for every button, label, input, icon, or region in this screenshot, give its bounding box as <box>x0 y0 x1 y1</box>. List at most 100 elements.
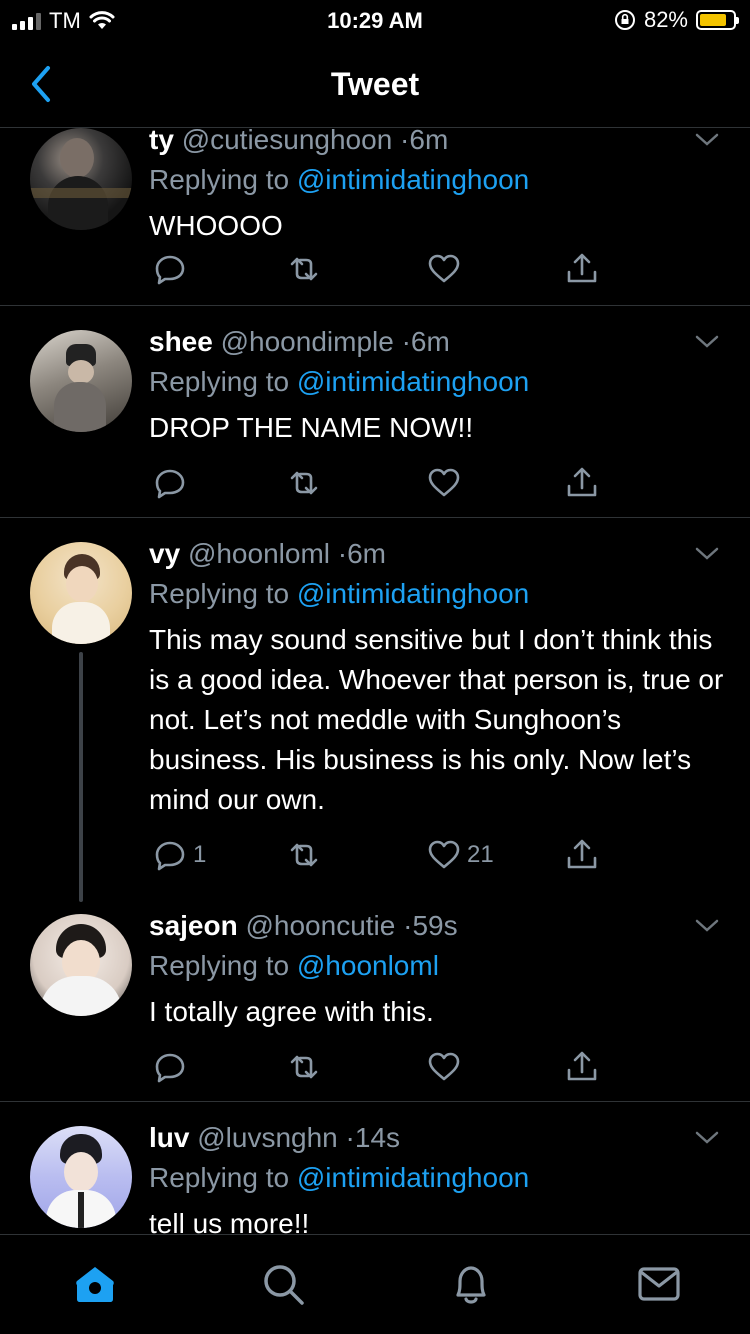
status-bar: TM 10:29 AM 82% <box>0 0 750 40</box>
tweet-actions <box>149 1050 619 1090</box>
separator-dot: · <box>400 128 410 155</box>
like-button[interactable] <box>427 466 461 500</box>
like-count: 21 <box>467 841 494 868</box>
replying-to-label: Replying to <box>149 578 290 609</box>
top-nav: Tweet <box>0 40 750 128</box>
avatar[interactable] <box>30 914 132 1016</box>
user-handle[interactable]: @hoonloml <box>188 538 330 569</box>
notifications-icon[interactable] <box>446 1259 496 1309</box>
tweet-header: sajeon @hooncutie ·59s <box>149 908 730 944</box>
tweet-actions: 1 21 <box>149 838 619 878</box>
replying-to-label: Replying to <box>149 366 290 397</box>
share-button[interactable] <box>565 838 599 872</box>
mention-link[interactable]: @intimidatinghoon <box>297 578 529 609</box>
display-name[interactable]: ty <box>149 128 174 155</box>
replying-to: Replying to @intimidatinghoon <box>149 576 730 612</box>
display-name[interactable]: luv <box>149 1122 189 1153</box>
mention-link[interactable]: @intimidatinghoon <box>297 366 529 397</box>
mention-link[interactable]: @intimidatinghoon <box>297 1162 529 1193</box>
separator-dot: · <box>337 538 348 569</box>
tweet-content: ty @cutiesunghoon ·6m Replying to @intim… <box>149 128 730 246</box>
user-handle[interactable]: @cutiesunghoon <box>182 128 393 155</box>
tweet[interactable]: vy @hoonloml ·6m Replying to @intimidati… <box>0 518 750 902</box>
tweet-time: 6m <box>410 326 450 357</box>
replying-to-label: Replying to <box>149 950 290 981</box>
tweet-actions <box>149 252 619 292</box>
replying-to: Replying to @intimidatinghoon <box>149 162 730 198</box>
heart-icon <box>428 1052 460 1081</box>
tweet[interactable]: luv @luvsnghn ·14s Replying to @intimida… <box>0 1102 750 1234</box>
reply-icon <box>155 841 185 871</box>
page-title: Tweet <box>330 66 420 102</box>
tweet-text: tell us more!! <box>149 1208 310 1234</box>
like-button[interactable]: 21 <box>427 838 494 872</box>
user-handle[interactable]: @hoondimple <box>221 326 394 357</box>
tweet[interactable]: sajeon @hooncutie ·59s Replying to @hoon… <box>0 890 750 1102</box>
share-button[interactable] <box>565 252 599 286</box>
user-handle[interactable]: @hooncutie <box>245 910 395 941</box>
reply-icon <box>155 1053 185 1083</box>
tweet-text: DROP THE NAME NOW!! <box>149 412 474 443</box>
user-handle[interactable]: @luvsnghn <box>197 1122 338 1153</box>
avatar[interactable] <box>30 330 132 432</box>
tweet-header: ty @cutiesunghoon ·6m <box>149 128 730 158</box>
mention-link[interactable]: @intimidatinghoon <box>297 164 529 195</box>
like-button[interactable] <box>427 252 461 286</box>
share-icon <box>567 1051 597 1081</box>
battery-percent: 82% <box>643 7 688 32</box>
messages-icon[interactable] <box>634 1259 684 1309</box>
retweet-icon <box>290 843 318 867</box>
tweet-text: WHOOOO <box>149 210 283 241</box>
avatar[interactable] <box>30 128 132 230</box>
retweet-button[interactable] <box>287 252 321 286</box>
mention-link[interactable]: @hoonloml <box>297 950 439 981</box>
tweet[interactable]: ty @cutiesunghoon ·6m Replying to @intim… <box>0 128 750 306</box>
reply-button[interactable] <box>153 252 187 286</box>
thread-connector <box>79 652 83 902</box>
tweet-header: luv @luvsnghn ·14s <box>149 1120 730 1156</box>
separator-dot: · <box>345 1122 355 1153</box>
replying-to-label: Replying to <box>149 1162 290 1193</box>
status-bar-right: 82% <box>614 7 739 33</box>
replying-to: Replying to @hoonloml <box>149 948 730 984</box>
home-icon[interactable] <box>70 1259 120 1309</box>
search-icon[interactable] <box>258 1259 308 1309</box>
tweet-content: sajeon @hooncutie ·59s Replying to @hoon… <box>149 908 730 1032</box>
reply-count: 1 <box>193 841 207 868</box>
retweet-button[interactable] <box>287 838 321 872</box>
share-icon <box>567 467 597 497</box>
retweet-icon <box>290 471 318 495</box>
reply-icon <box>155 469 185 499</box>
reply-feed: ty @cutiesunghoon ·6m Replying to @intim… <box>0 128 750 1234</box>
retweet-button[interactable] <box>287 466 321 500</box>
tweet-time: 6m <box>409 128 449 155</box>
retweet-button[interactable] <box>287 1050 321 1084</box>
share-button[interactable] <box>565 1050 599 1084</box>
replying-to-label: Replying to <box>149 164 290 195</box>
retweet-icon <box>290 1055 318 1079</box>
battery-icon <box>696 10 739 30</box>
like-button[interactable] <box>427 1050 461 1084</box>
share-button[interactable] <box>565 466 599 500</box>
avatar[interactable] <box>30 1126 132 1228</box>
tweet-text: This may sound sensitive but I don’t thi… <box>149 624 724 815</box>
heart-icon <box>428 254 460 283</box>
tweet[interactable]: shee @hoondimple ·6m Replying to @intimi… <box>0 306 750 518</box>
reply-button[interactable] <box>153 466 187 500</box>
heart-icon <box>428 468 460 497</box>
avatar[interactable] <box>30 542 132 644</box>
battery-level <box>700 14 727 26</box>
replying-to: Replying to @intimidatinghoon <box>149 364 730 400</box>
share-icon <box>567 839 597 869</box>
reply-button[interactable]: 1 <box>153 838 206 872</box>
display-name[interactable]: sajeon <box>149 910 238 941</box>
tweet-text: I totally agree with this. <box>149 996 434 1027</box>
tweet-header: shee @hoondimple ·6m <box>149 324 730 360</box>
heart-icon <box>428 840 460 869</box>
display-name[interactable]: shee <box>149 326 213 357</box>
display-name[interactable]: vy <box>149 538 180 569</box>
orientation-lock-icon <box>614 10 635 30</box>
reply-button[interactable] <box>153 1050 187 1084</box>
tweet-time: 6m <box>347 538 387 569</box>
replying-to: Replying to @intimidatinghoon <box>149 1160 730 1196</box>
